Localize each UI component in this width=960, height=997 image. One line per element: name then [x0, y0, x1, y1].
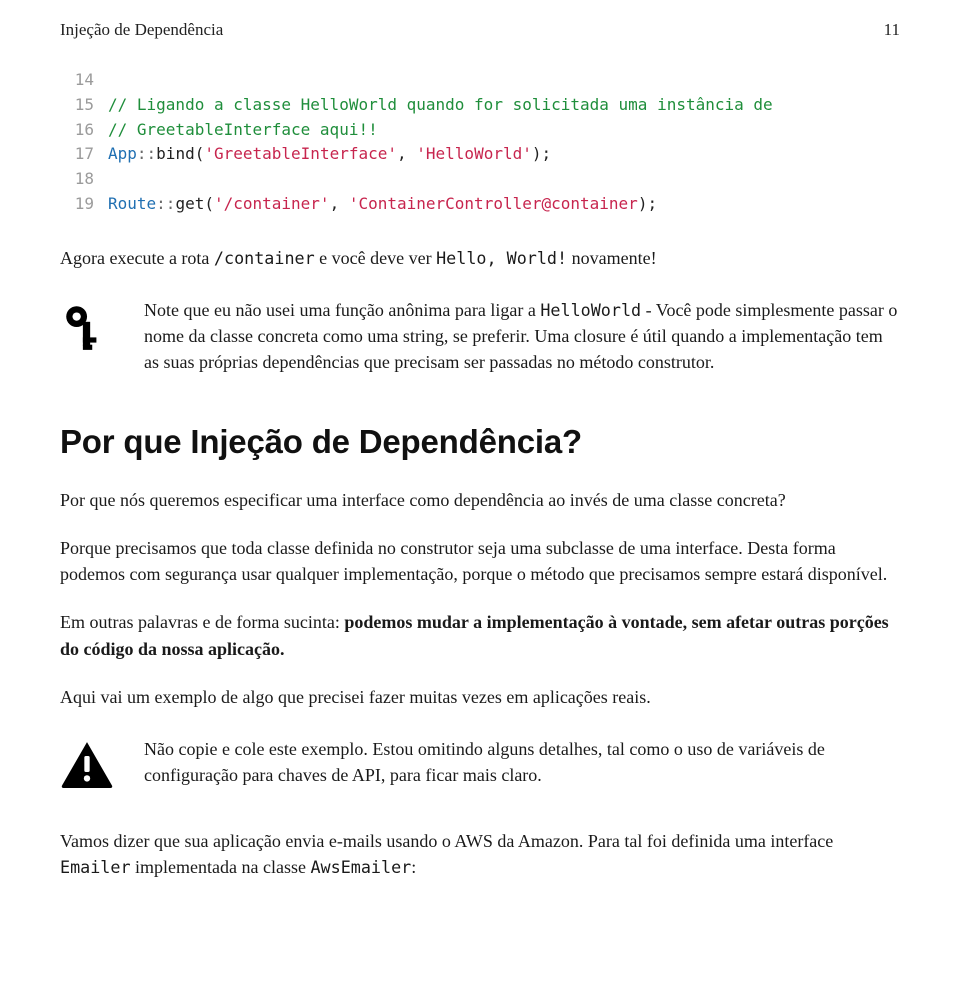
paragraph-1: Por que nós queremos especificar uma int…	[60, 487, 900, 513]
page: Injeção de Dependência 11 1415// Ligando…	[0, 0, 960, 997]
code-line: 15// Ligando a classe HelloWorld quando …	[60, 93, 900, 118]
paragraph-execute-route: Agora execute a rota /container e você d…	[60, 245, 900, 271]
code-text	[108, 68, 900, 93]
line-number: 19	[60, 192, 108, 217]
inline-code-hello: Hello, World!	[436, 248, 567, 268]
code-text: // Ligando a classe HelloWorld quando fo…	[108, 93, 900, 118]
note-text: Note que eu não usei uma função anônima …	[144, 297, 900, 375]
warning-icon	[60, 736, 116, 788]
line-number: 15	[60, 93, 108, 118]
section-heading: Por que Injeção de Dependência?	[60, 423, 900, 461]
chapter-title: Injeção de Dependência	[60, 20, 223, 40]
line-number: 17	[60, 142, 108, 167]
line-number: 14	[60, 68, 108, 93]
paragraph-4: Aqui vai um exemplo de algo que precisei…	[60, 684, 900, 710]
line-number: 18	[60, 167, 108, 192]
code-text: Route::get('/container', 'ContainerContr…	[108, 192, 900, 217]
inline-code-helloworld: HelloWorld	[540, 300, 641, 320]
code-line: 18	[60, 167, 900, 192]
line-number: 16	[60, 118, 108, 143]
code-line: 14	[60, 68, 900, 93]
code-line: 17App::bind('GreetableInterface', 'Hello…	[60, 142, 900, 167]
paragraph-3: Em outras palavras e de forma sucinta: p…	[60, 609, 900, 661]
warning-callout: Não copie e cole este exemplo. Estou omi…	[60, 736, 900, 788]
code-text	[108, 167, 900, 192]
code-block: 1415// Ligando a classe HelloWorld quand…	[60, 68, 900, 217]
warning-text: Não copie e cole este exemplo. Estou omi…	[144, 736, 900, 788]
inline-code-route: /container	[214, 248, 315, 268]
inline-code-awsemailer: AwsEmailer	[310, 857, 411, 877]
running-header: Injeção de Dependência 11	[60, 20, 900, 40]
note-callout: Note que eu não usei uma função anônima …	[60, 297, 900, 375]
paragraph-5: Vamos dizer que sua aplicação envia e-ma…	[60, 828, 900, 880]
code-text: App::bind('GreetableInterface', 'HelloWo…	[108, 142, 900, 167]
key-icon	[60, 297, 116, 353]
code-text: // GreetableInterface aqui!!	[108, 118, 900, 143]
page-number: 11	[884, 20, 900, 40]
code-line: 19Route::get('/container', 'ContainerCon…	[60, 192, 900, 217]
code-line: 16// GreetableInterface aqui!!	[60, 118, 900, 143]
paragraph-2: Porque precisamos que toda classe defini…	[60, 535, 900, 587]
inline-code-emailer: Emailer	[60, 857, 131, 877]
